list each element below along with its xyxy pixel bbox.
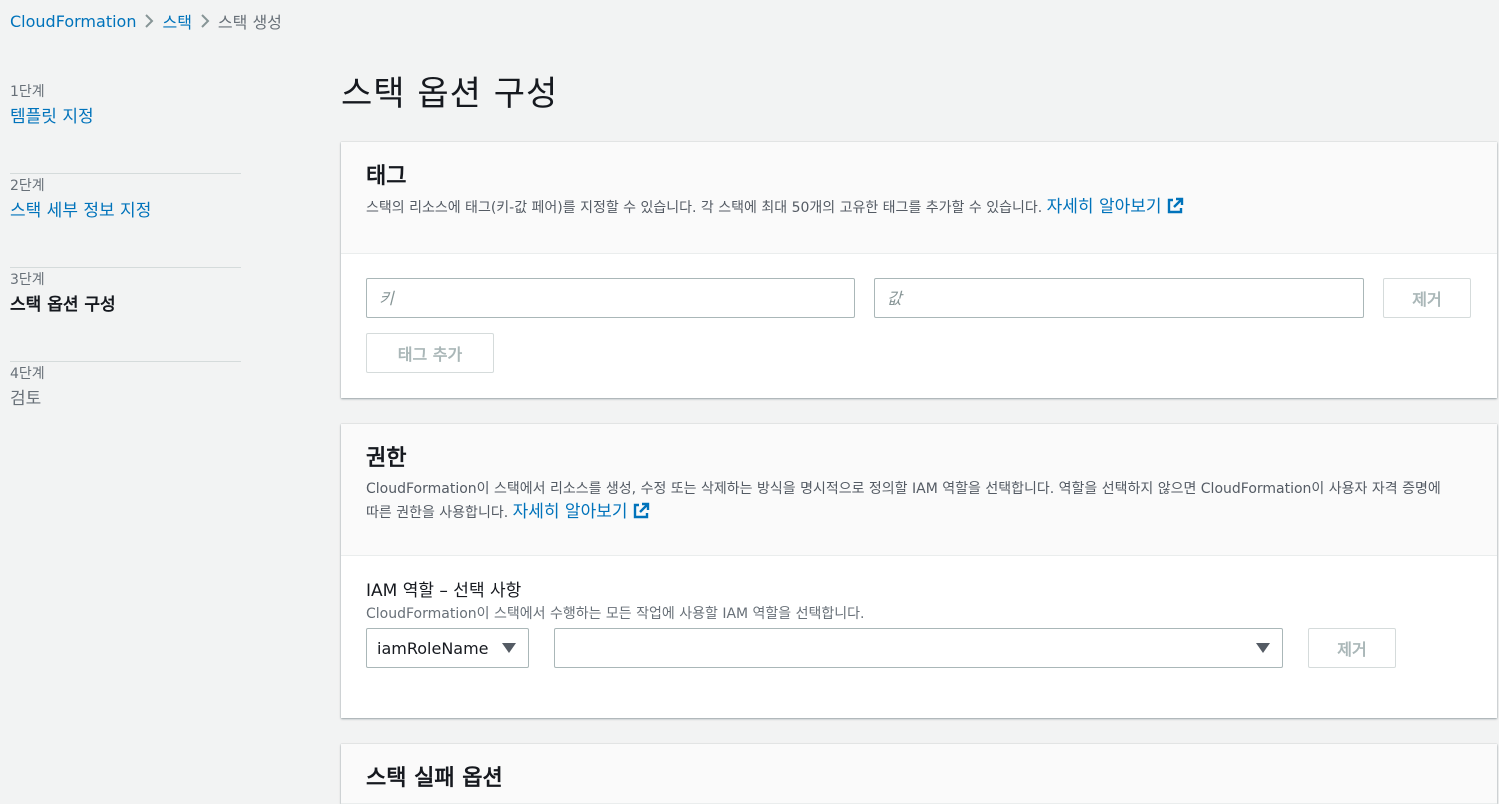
chevron-right-icon (192, 14, 218, 28)
step-number: 4단계 (10, 366, 45, 382)
caret-down-icon (1256, 643, 1270, 653)
add-tag-button[interactable]: 태그 추가 (366, 333, 494, 373)
step-review: 검토 (10, 389, 42, 409)
learn-more-text: 자세히 알아보기 (1046, 197, 1162, 217)
iam-role-type-value: iamRoleName (377, 638, 489, 658)
page-title: 스택 옵션 구성 (341, 74, 559, 114)
external-link-icon (1166, 197, 1184, 215)
tags-learn-more-link[interactable]: 자세히 알아보기 (1047, 197, 1184, 217)
permissions-panel-header: 권한 CloudFormation이 스택에서 리소스를 생성, 수정 또는 삭… (341, 424, 1497, 556)
tags-description: 스택의 리소스에 태그(키-값 페어)를 지정할 수 있습니다. 각 스택에 최… (366, 196, 1472, 220)
caret-down-icon (502, 643, 516, 653)
wizard-step-4: 4단계 검토 (10, 362, 241, 456)
step-current-configure-options: 스택 옵션 구성 (10, 295, 116, 315)
wizard-step-1: 1단계 템플릿 지정 (10, 80, 241, 174)
stack-failure-title: 스택 실패 옵션 (366, 766, 503, 791)
remove-tag-button[interactable]: 제거 (1383, 278, 1471, 318)
step-number: 1단계 (10, 84, 45, 100)
breadcrumb-create-stack: 스택 생성 (217, 13, 282, 32)
external-link-icon (632, 502, 650, 520)
tag-key-input[interactable] (366, 278, 855, 318)
wizard-steps: 1단계 템플릿 지정 2단계 스택 세부 정보 지정 3단계 스택 옵션 구성 … (10, 80, 241, 456)
breadcrumb: CloudFormation 스택 스택 생성 (10, 8, 282, 34)
permissions-title: 권한 (366, 446, 407, 471)
tags-panel-header: 태그 스택의 리소스에 태그(키-값 페어)를 지정할 수 있습니다. 각 스택… (341, 142, 1497, 254)
remove-iam-role-button[interactable]: 제거 (1308, 628, 1396, 668)
step-number: 2단계 (10, 178, 45, 194)
stack-failure-panel-header: 스택 실패 옵션 (341, 744, 1497, 804)
permissions-panel: 권한 CloudFormation이 스택에서 리소스를 생성, 수정 또는 삭… (341, 424, 1497, 718)
step-number: 3단계 (10, 272, 45, 288)
iam-role-description: CloudFormation이 스택에서 수행하는 모든 작업에 사용할 IAM… (366, 606, 865, 622)
iam-role-type-select[interactable]: iamRoleName (366, 628, 529, 668)
wizard-step-2: 2단계 스택 세부 정보 지정 (10, 174, 241, 268)
learn-more-text: 자세히 알아보기 (512, 502, 628, 522)
wizard-step-3: 3단계 스택 옵션 구성 (10, 268, 241, 362)
tags-description-text: 스택의 리소스에 태그(키-값 페어)를 지정할 수 있습니다. 각 스택에 최… (366, 200, 1043, 216)
stack-failure-panel: 스택 실패 옵션 (341, 744, 1497, 804)
tag-value-input[interactable] (874, 278, 1364, 318)
step-link-specify-template[interactable]: 템플릿 지정 (10, 104, 241, 130)
iam-role-select[interactable] (554, 628, 1283, 668)
step-link-stack-details[interactable]: 스택 세부 정보 지정 (10, 198, 241, 224)
iam-role-label: IAM 역할 – 선택 사항 (366, 581, 522, 601)
permissions-description: CloudFormation이 스택에서 리소스를 생성, 수정 또는 삭제하는… (366, 478, 1472, 525)
permissions-learn-more-link[interactable]: 자세히 알아보기 (513, 502, 650, 522)
tags-title: 태그 (366, 164, 407, 189)
breadcrumb-stacks[interactable]: 스택 (162, 9, 191, 33)
chevron-right-icon (136, 14, 162, 28)
breadcrumb-cloudformation[interactable]: CloudFormation (10, 12, 136, 31)
tags-panel: 태그 스택의 리소스에 태그(키-값 페어)를 지정할 수 있습니다. 각 스택… (341, 142, 1497, 398)
